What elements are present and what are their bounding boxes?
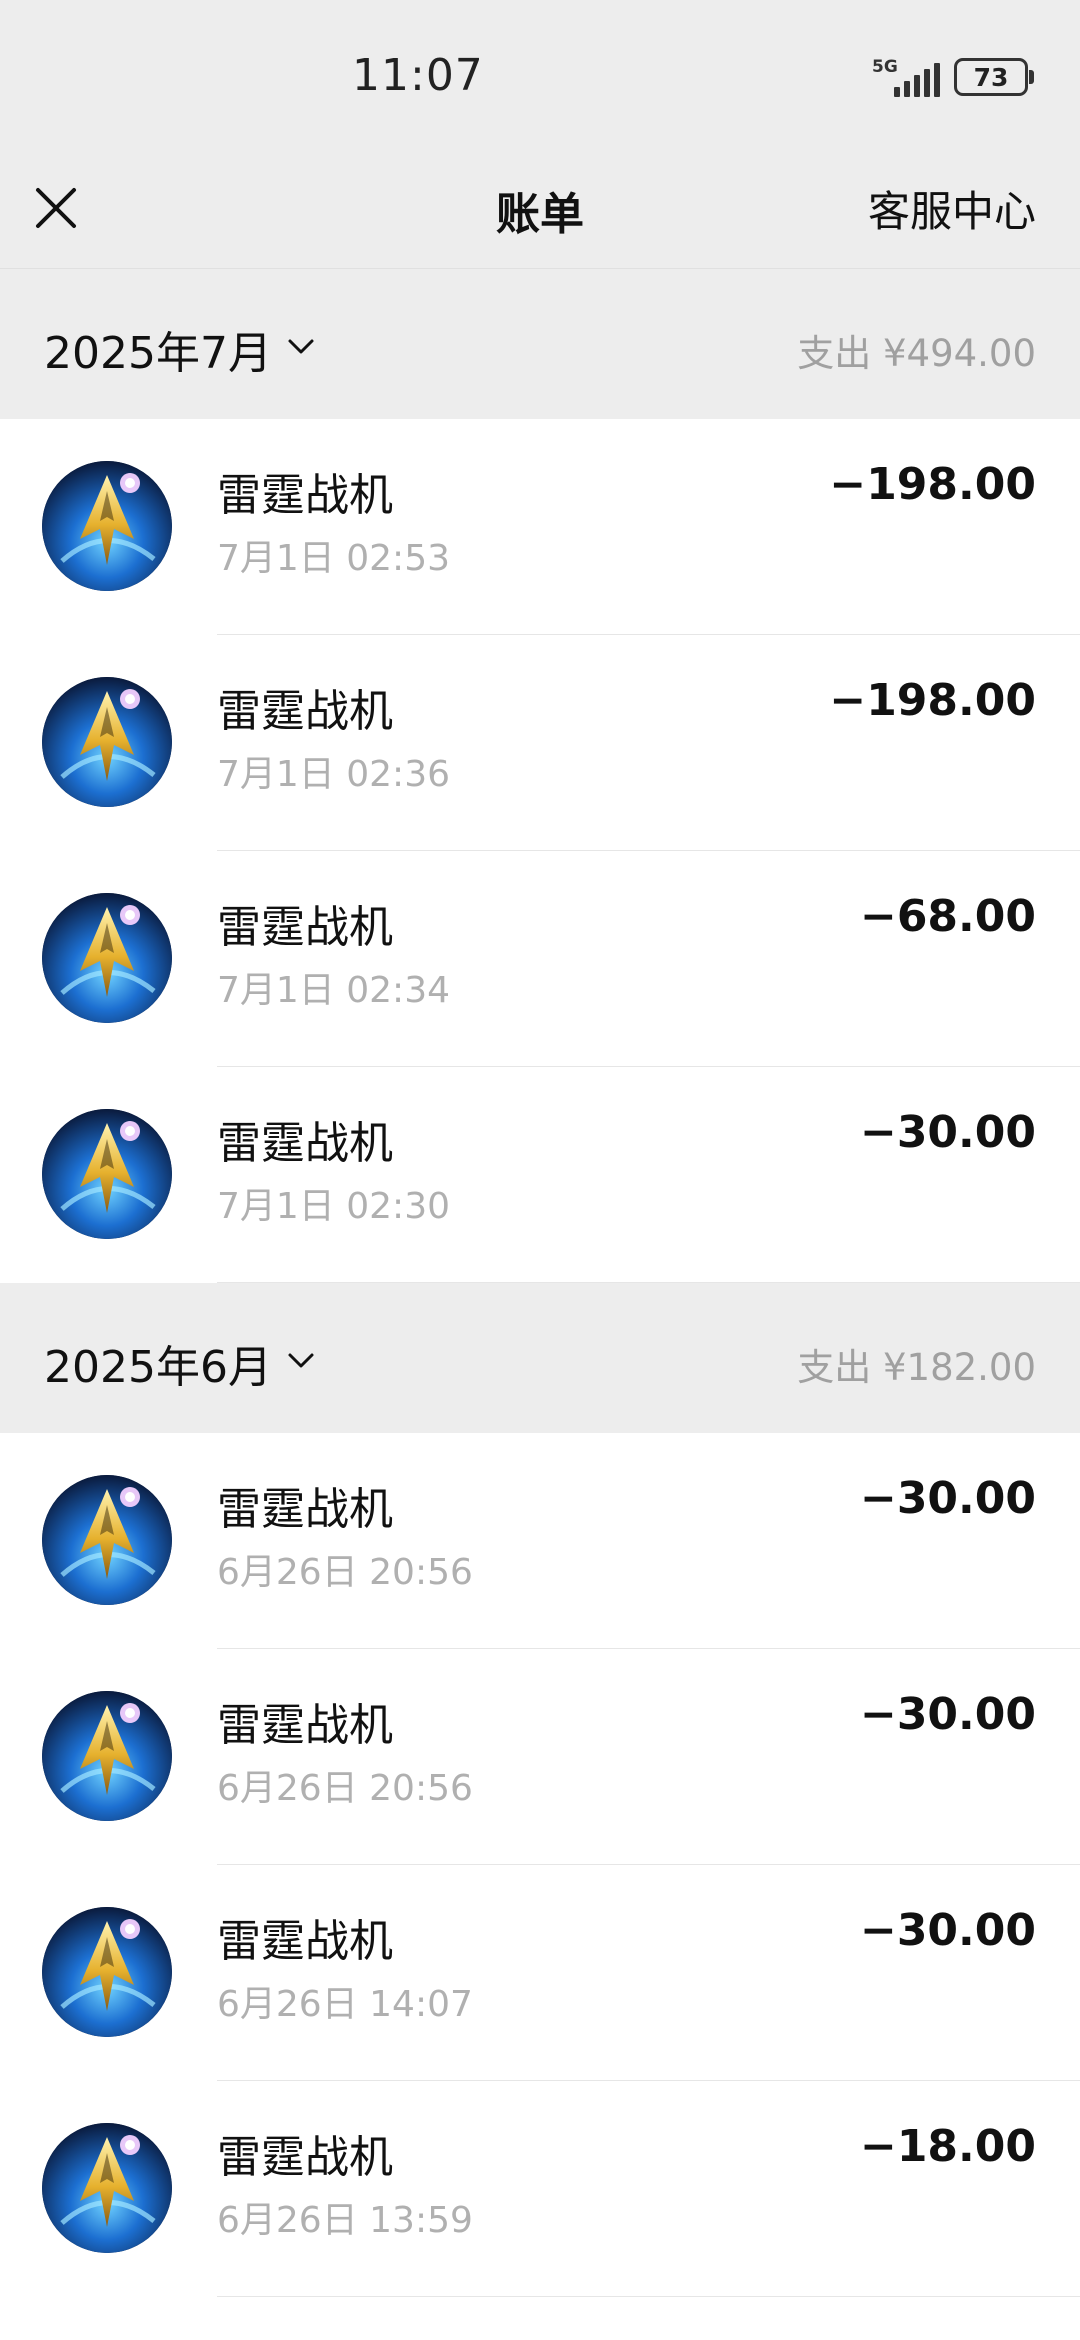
transaction-time: 6月26日 13:59 — [217, 2200, 473, 2241]
merchant-avatar — [42, 1475, 172, 1605]
month-expense-summary: 支出 ¥494.00 — [797, 332, 1036, 375]
transaction-row[interactable]: 雷霆战机 6月26日 20:56 −30.00 — [0, 1649, 1080, 1865]
merchant-avatar — [42, 1691, 172, 1821]
status-bar: 11:07 5G 73 — [0, 0, 1080, 148]
row-divider — [217, 2296, 1080, 2297]
merchant-avatar — [42, 1109, 172, 1239]
transaction-time: 7月1日 02:36 — [217, 754, 450, 795]
merchant-avatar — [42, 893, 172, 1023]
transaction-time: 7月1日 02:53 — [217, 538, 450, 579]
transaction-amount: −30.00 — [859, 1905, 1036, 1956]
transaction-amount: −18.00 — [859, 2121, 1036, 2172]
customer-service-button[interactable]: 客服中心 — [868, 178, 1036, 239]
transaction-time: 7月1日 02:30 — [217, 1186, 450, 1227]
transaction-row[interactable]: 雷霆战机 6月26日 13:59 −18.00 — [0, 2081, 1080, 2297]
month-selector[interactable]: 2025年6月 — [44, 1331, 316, 1395]
transaction-amount: −68.00 — [859, 891, 1036, 942]
transaction-row[interactable]: 雷霆战机 6月26日 20:56 −30.00 — [0, 1433, 1080, 1649]
transaction-name: 雷霆战机 — [217, 902, 393, 953]
battery-icon: 73 — [954, 58, 1034, 96]
cellular-signal-icon: 5G — [872, 57, 942, 97]
transaction-amount: −198.00 — [829, 675, 1036, 726]
transaction-name: 雷霆战机 — [217, 470, 393, 521]
transaction-name: 雷霆战机 — [217, 1700, 393, 1751]
merchant-avatar — [42, 677, 172, 807]
chevron-down-icon — [286, 1351, 316, 1375]
transaction-time: 6月26日 20:56 — [217, 1768, 473, 1809]
transaction-name: 雷霆战机 — [217, 1916, 393, 1967]
month-header: 2025年7月 支出 ¥494.00 — [0, 269, 1080, 419]
merchant-avatar — [42, 461, 172, 591]
transaction-name: 雷霆战机 — [217, 2132, 393, 2183]
transaction-row[interactable]: 雷霆战机 7月1日 02:53 −198.00 — [0, 419, 1080, 635]
transaction-row[interactable]: 雷霆战机 6月26日 14:07 −30.00 — [0, 1865, 1080, 2081]
month-label: 2025年6月 — [44, 1342, 272, 1393]
transaction-amount: −30.00 — [859, 1689, 1036, 1740]
chevron-down-icon — [286, 337, 316, 361]
transaction-name: 雷霆战机 — [217, 1118, 393, 1169]
transaction-row[interactable]: 雷霆战机 7月1日 02:34 −68.00 — [0, 851, 1080, 1067]
status-indicators: 5G 73 — [872, 54, 1034, 100]
transaction-time: 6月26日 14:07 — [217, 1984, 473, 2025]
merchant-avatar — [42, 1907, 172, 2037]
transaction-amount: −30.00 — [859, 1473, 1036, 1524]
transaction-row[interactable]: 雷霆战机 7月1日 02:30 −30.00 — [0, 1067, 1080, 1283]
transaction-amount: −198.00 — [829, 459, 1036, 510]
battery-level: 73 — [973, 62, 1009, 92]
transaction-name: 雷霆战机 — [217, 686, 393, 737]
status-time: 11:07 — [352, 50, 484, 101]
month-label: 2025年7月 — [44, 328, 272, 379]
merchant-avatar — [42, 2123, 172, 2253]
transaction-name: 雷霆战机 — [217, 1484, 393, 1535]
transaction-amount: −30.00 — [859, 1107, 1036, 1158]
month-expense-summary: 支出 ¥182.00 — [797, 1346, 1036, 1389]
nav-bar: 账单 客服中心 — [0, 148, 1080, 269]
transaction-time: 7月1日 02:34 — [217, 970, 450, 1011]
transaction-row[interactable]: 雷霆战机 7月1日 02:36 −198.00 — [0, 635, 1080, 851]
month-header: 2025年6月 支出 ¥182.00 — [0, 1283, 1080, 1433]
transaction-time: 6月26日 20:56 — [217, 1552, 473, 1593]
month-selector[interactable]: 2025年7月 — [44, 317, 316, 381]
